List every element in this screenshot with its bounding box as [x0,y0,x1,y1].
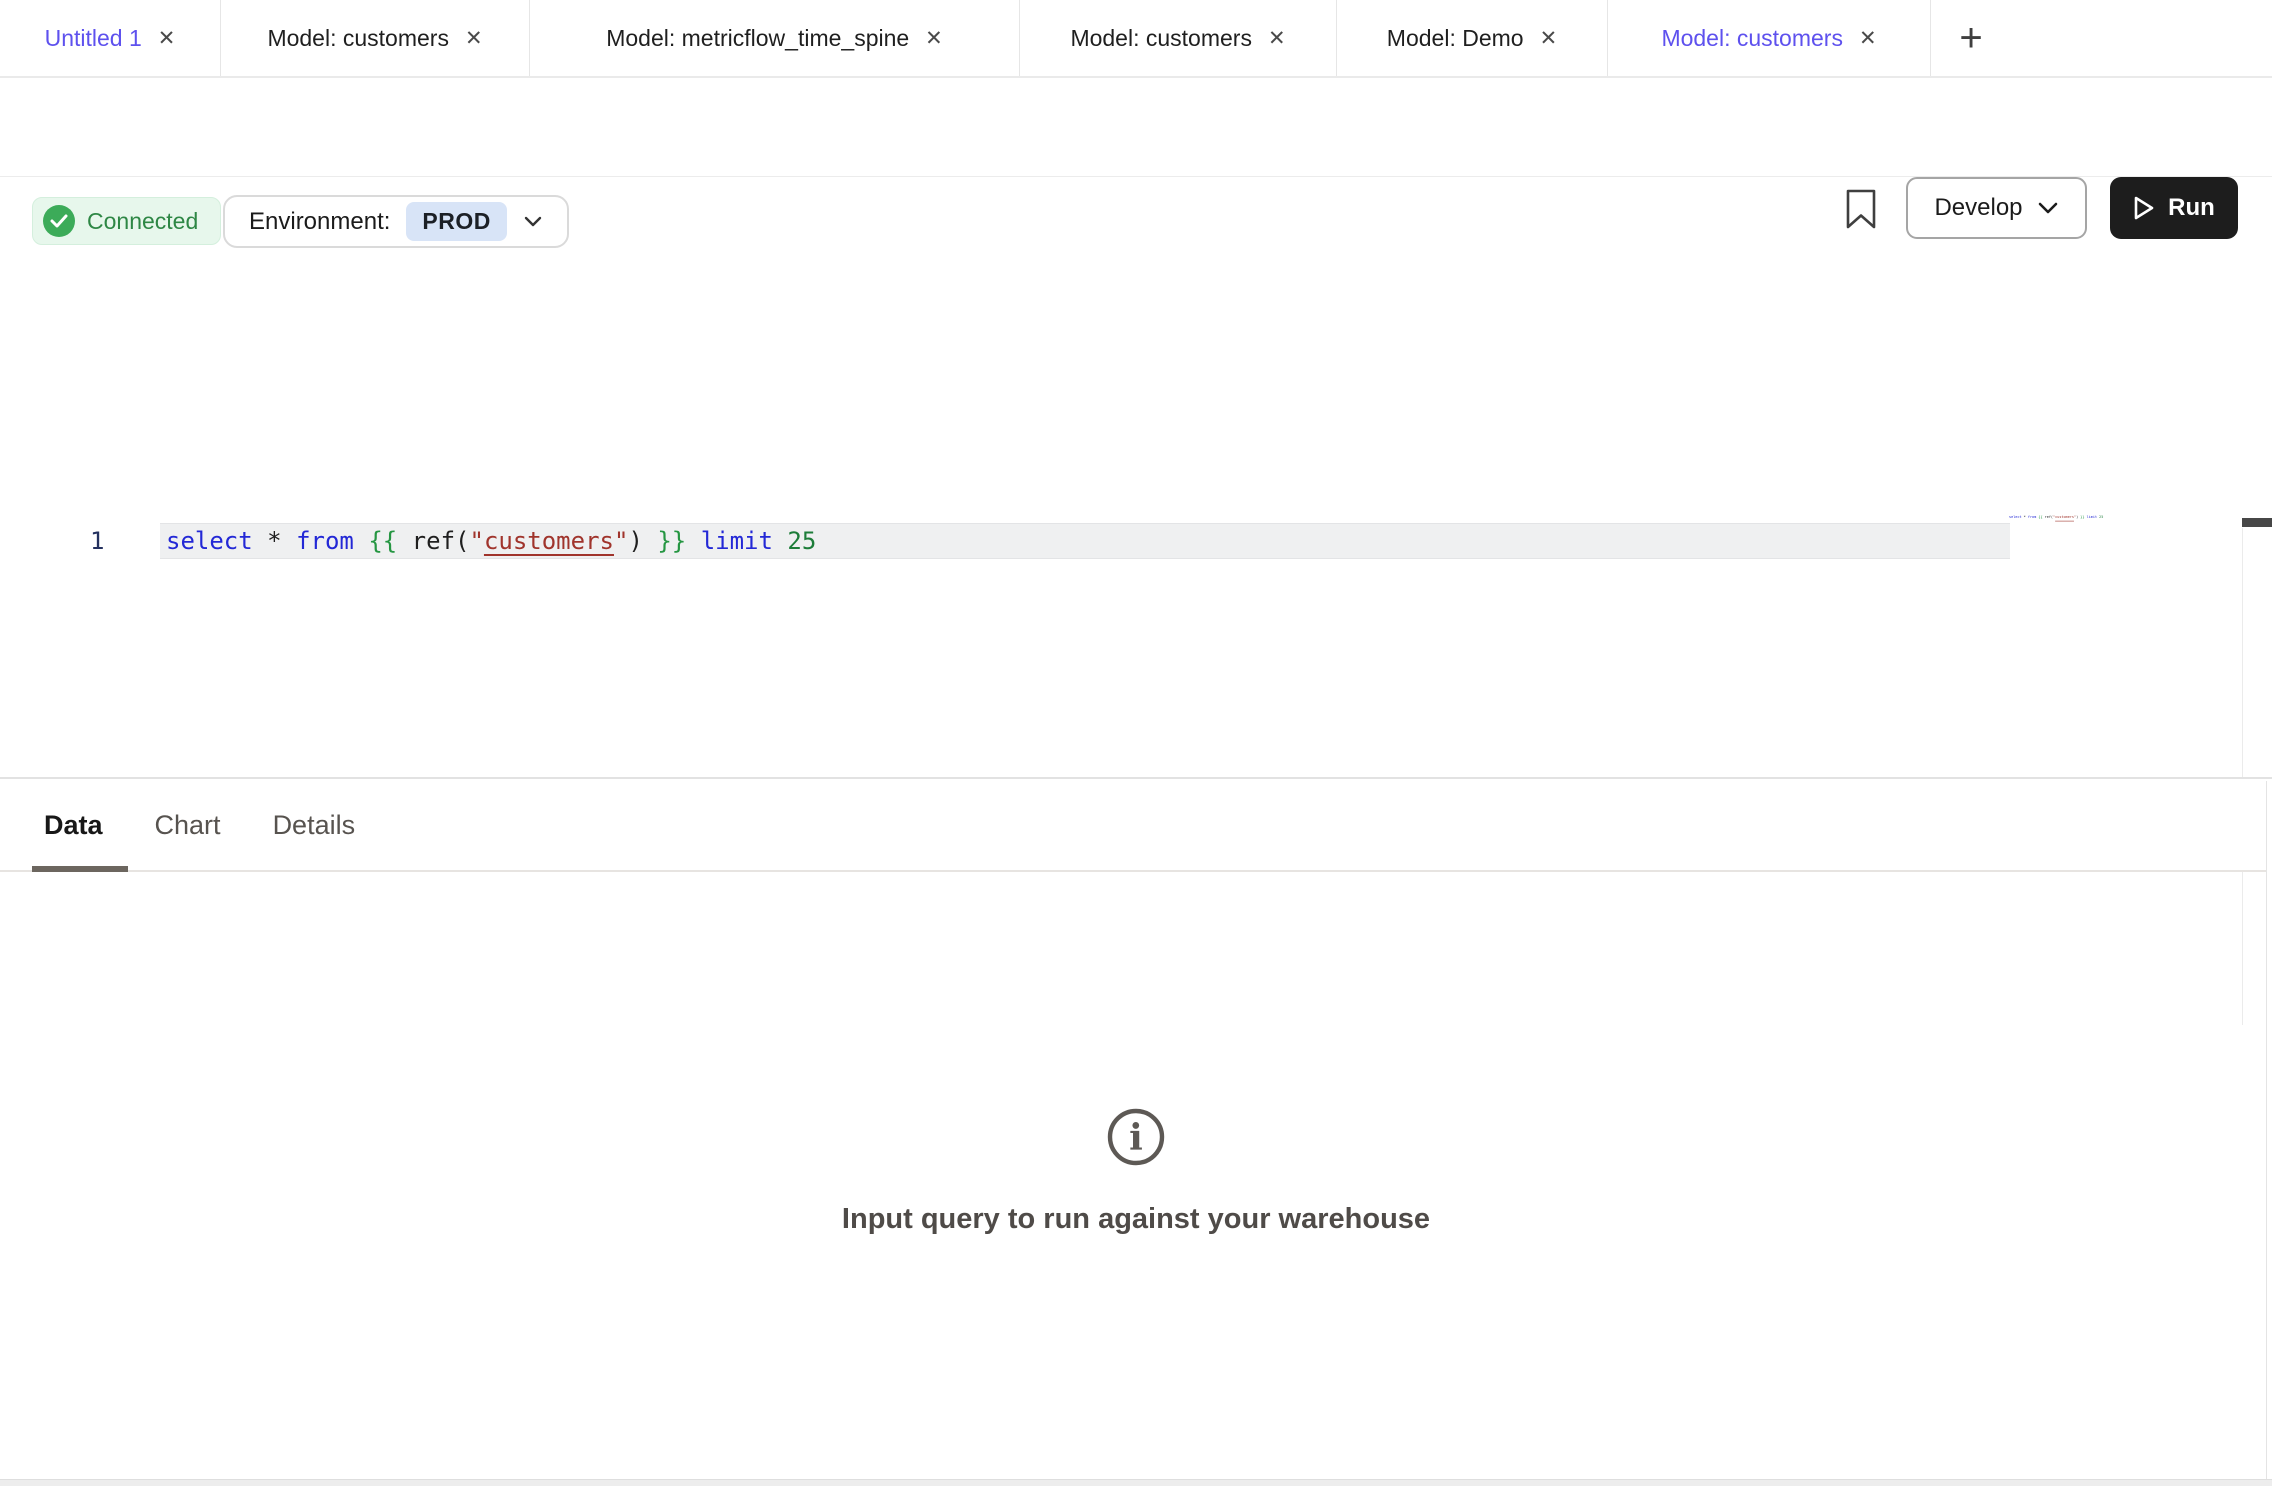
results-tabs: Data Chart Details [44,779,355,872]
close-icon[interactable]: ✕ [465,28,483,49]
code-line[interactable]: select * from {{ ref("customers") }} lim… [166,523,816,559]
bottom-edge-strip [0,1479,2272,1486]
close-icon[interactable]: ✕ [1540,28,1558,49]
tab-label: Model: Demo [1387,25,1524,52]
chevron-down-icon [523,215,543,228]
editor-tab-bar: Untitled 1 ✕ Model: customers ✕ Model: m… [0,0,2272,78]
check-circle-icon [43,205,75,237]
toolbar: Develop Run [0,80,2272,177]
info-icon: i [1104,1105,1168,1169]
tab-model-customers-3[interactable]: Model: customers ✕ [1608,0,1931,76]
connection-status-badge: Connected [32,197,221,245]
tab-label: Model: metricflow_time_spine [606,25,909,52]
code-editor[interactable]: 1 select * from {{ ref("customers") }} l… [0,248,2272,777]
environment-value-badge: PROD [406,202,506,241]
play-icon [2133,195,2155,221]
results-panel-header: Data Chart Details [0,779,2272,872]
tab-model-customers-2[interactable]: Model: customers ✕ [1020,0,1337,76]
tab-details[interactable]: Details [273,810,356,841]
empty-state-message: Input query to run against your warehous… [842,1203,1430,1236]
environment-selector[interactable]: Environment: PROD [223,195,569,248]
tab-label: Model: customers [1661,25,1843,52]
tab-data[interactable]: Data [44,810,103,841]
line-number: 1 [90,523,104,559]
close-icon[interactable]: ✕ [925,28,943,49]
environment-label: Environment: [249,208,390,236]
develop-menu-button[interactable]: Develop [1906,177,2087,239]
tab-label: Model: customers [267,25,449,52]
add-tab-button[interactable]: + [1931,0,2011,76]
close-icon[interactable]: ✕ [1859,28,1877,49]
bookmark-icon[interactable] [1845,188,1877,235]
ide-window: Untitled 1 ✕ Model: customers ✕ Model: m… [0,0,2272,1486]
tab-model-demo[interactable]: Model: Demo ✕ [1337,0,1608,76]
results-empty-state: i Input query to run against your wareho… [0,1105,2272,1236]
run-button[interactable]: Run [2110,177,2238,239]
tab-model-metricflow-time-spine[interactable]: Model: metricflow_time_spine ✕ [530,0,1020,76]
tab-model-customers-1[interactable]: Model: customers ✕ [221,0,530,76]
run-label: Run [2168,194,2215,222]
editor-scrollbar-thumb[interactable] [2242,518,2272,527]
active-tab-underline [32,866,128,872]
tab-untitled-1[interactable]: Untitled 1 ✕ [0,0,221,76]
close-icon[interactable]: ✕ [1268,28,1286,49]
develop-label: Develop [1934,194,2022,222]
tab-label: Untitled 1 [45,25,142,52]
editor-minimap[interactable]: select * from {{ ref("customers") }} lim… [2009,515,2103,522]
close-icon[interactable]: ✕ [158,28,176,49]
plus-icon: + [1959,16,1982,61]
connection-status-label: Connected [87,208,198,235]
tab-chart[interactable]: Chart [155,810,221,841]
chevron-down-icon [2037,201,2059,215]
svg-text:i: i [1129,1117,1143,1159]
tab-label: Model: customers [1070,25,1252,52]
